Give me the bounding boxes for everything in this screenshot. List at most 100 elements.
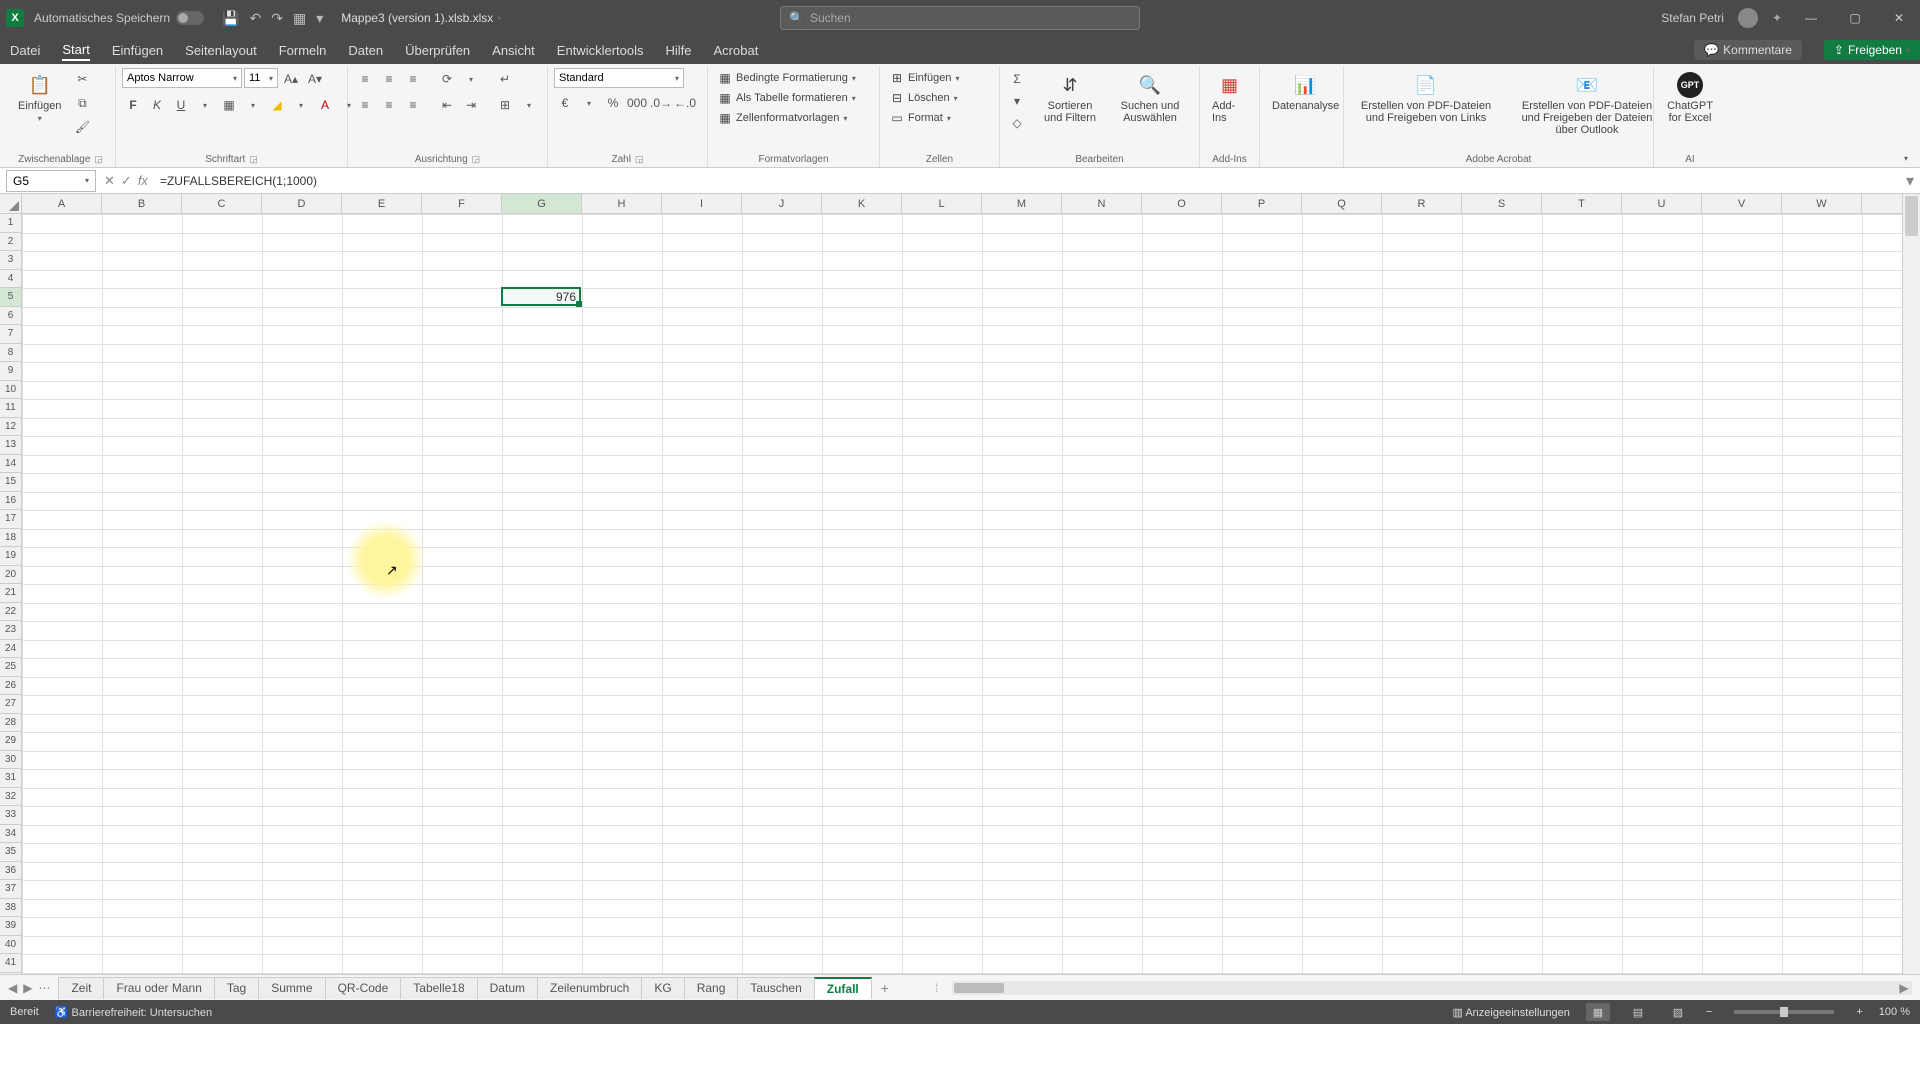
page-break-view-icon[interactable]: ▧ (1666, 1003, 1690, 1021)
sheet-tab[interactable]: Summe (258, 977, 325, 999)
hscroll-thumb[interactable] (954, 983, 1004, 993)
alignment-launcher[interactable]: ◲ (472, 154, 481, 165)
delete-cells-button[interactable]: ⊟Löschen▾ (886, 88, 962, 108)
column-header[interactable]: V (1702, 194, 1782, 213)
row-header[interactable]: 8 (0, 344, 21, 363)
row-header[interactable]: 4 (0, 270, 21, 289)
merge-icon[interactable]: ⊞ (494, 94, 516, 116)
row-header[interactable]: 12 (0, 418, 21, 437)
sheet-tab[interactable]: Zeit (58, 977, 104, 999)
comments-button[interactable]: 💬 Kommentare (1694, 40, 1802, 60)
sheet-nav-prev-icon[interactable]: ◀ (8, 981, 17, 995)
username[interactable]: Stefan Petri (1661, 11, 1724, 25)
fx-icon[interactable]: fx (138, 173, 148, 189)
currency-icon[interactable]: € (554, 92, 576, 114)
tab-seitenlayout[interactable]: Seitenlayout (185, 41, 257, 60)
row-header[interactable]: 2 (0, 233, 21, 252)
accessibility-status[interactable]: ♿ Barrierefreiheit: Untersuchen (55, 1006, 212, 1019)
row-header[interactable]: 5 (0, 288, 21, 307)
tab-ansicht[interactable]: Ansicht (492, 41, 535, 60)
clear-icon[interactable]: ◇ (1006, 112, 1028, 134)
coming-soon-icon[interactable]: ✦ (1772, 11, 1782, 25)
share-button[interactable]: ⇪ Freigeben ▾ (1824, 40, 1920, 60)
copy-icon[interactable]: ⧉ (71, 92, 93, 114)
horizontal-scrollbar[interactable]: ◀ ▶ (952, 981, 1912, 995)
sheet-nav-more-icon[interactable]: ⋯ (38, 981, 50, 995)
sheet-tab[interactable]: KG (641, 977, 684, 999)
row-header[interactable]: 27 (0, 695, 21, 714)
italic-button[interactable]: K (146, 94, 168, 116)
column-header[interactable]: F (422, 194, 502, 213)
row-header[interactable]: 21 (0, 584, 21, 603)
autosave-toggle[interactable] (176, 11, 204, 25)
row-header[interactable]: 19 (0, 547, 21, 566)
zoom-level[interactable]: 100 % (1879, 1006, 1910, 1018)
tab-acrobat[interactable]: Acrobat (714, 41, 759, 60)
addins-button[interactable]: ▦ Add-Ins (1206, 68, 1253, 128)
decrease-indent-icon[interactable]: ⇤ (436, 94, 458, 116)
chatgpt-button[interactable]: GPT ChatGPT for Excel (1660, 68, 1720, 128)
data-analysis-button[interactable]: 📊 Datenanalyse (1266, 68, 1345, 116)
sheet-tab[interactable]: Tag (214, 977, 259, 999)
bold-button[interactable]: F (122, 94, 144, 116)
name-box[interactable]: G5 ▾ (6, 170, 96, 192)
tab-einfügen[interactable]: Einfügen (112, 41, 163, 60)
row-header[interactable]: 41 (0, 954, 21, 973)
column-header[interactable]: P (1222, 194, 1302, 213)
tab-überprüfen[interactable]: Überprüfen (405, 41, 470, 60)
row-header[interactable]: 37 (0, 880, 21, 899)
zoom-out-button[interactable]: − (1706, 1006, 1712, 1018)
align-middle-icon[interactable]: ≡ (378, 68, 400, 90)
row-header[interactable]: 25 (0, 658, 21, 677)
row-header[interactable]: 28 (0, 714, 21, 733)
increase-decimal-icon[interactable]: .0→ (650, 92, 672, 114)
row-header[interactable]: 39 (0, 917, 21, 936)
number-launcher[interactable]: ◲ (635, 154, 644, 165)
spreadsheet-grid[interactable]: ABCDEFGHIJKLMNOPQRSTUVW 1234567891011121… (0, 194, 1920, 974)
vertical-scrollbar[interactable] (1902, 194, 1920, 974)
tab-entwicklertools[interactable]: Entwicklertools (557, 41, 644, 60)
row-header[interactable]: 17 (0, 510, 21, 529)
row-header[interactable]: 33 (0, 806, 21, 825)
format-painter-icon[interactable]: 🖌 (71, 116, 93, 138)
border-icon[interactable]: ▦ (218, 94, 240, 116)
camera-icon[interactable]: ▦ (293, 10, 306, 27)
sheet-tab[interactable]: Tauschen (737, 977, 814, 999)
sheet-tab[interactable]: Tabelle18 (400, 977, 477, 999)
sheet-tab[interactable]: Zeilenumbruch (537, 977, 642, 999)
maximize-button[interactable]: ▢ (1840, 11, 1870, 25)
paste-button[interactable]: 📋 Einfügen ▾ (12, 68, 67, 127)
select-all-corner[interactable] (0, 194, 22, 214)
column-header[interactable]: T (1542, 194, 1622, 213)
column-header[interactable]: W (1782, 194, 1862, 213)
increase-font-icon[interactable]: A▴ (280, 68, 302, 90)
add-sheet-button[interactable]: + (871, 980, 899, 996)
close-button[interactable]: ✕ (1884, 11, 1914, 25)
page-layout-view-icon[interactable]: ▤ (1626, 1003, 1650, 1021)
redo-icon[interactable]: ↷ (271, 10, 283, 27)
normal-view-icon[interactable]: ▦ (1586, 1003, 1610, 1021)
zoom-in-button[interactable]: + (1856, 1006, 1862, 1018)
font-launcher[interactable]: ◲ (249, 154, 258, 165)
align-center-icon[interactable]: ≡ (378, 94, 400, 116)
row-header[interactable]: 22 (0, 603, 21, 622)
fill-icon[interactable]: ▾ (1006, 90, 1028, 112)
sort-filter-button[interactable]: ⇵ Sortieren und Filtern (1032, 68, 1108, 128)
tab-start[interactable]: Start (62, 40, 89, 61)
row-header[interactable]: 36 (0, 862, 21, 881)
cell-styles-button[interactable]: ▦Zellenformatvorlagen▾ (714, 108, 851, 128)
row-headers[interactable]: 1234567891011121314151617181920212223242… (0, 214, 22, 974)
align-right-icon[interactable]: ≡ (402, 94, 424, 116)
row-header[interactable]: 34 (0, 825, 21, 844)
column-headers[interactable]: ABCDEFGHIJKLMNOPQRSTUVW (22, 194, 1902, 214)
row-header[interactable]: 10 (0, 381, 21, 400)
tab-hilfe[interactable]: Hilfe (666, 41, 692, 60)
column-header[interactable]: G (502, 194, 582, 213)
wrap-text-icon[interactable]: ↵ (494, 68, 516, 90)
fill-color-icon[interactable]: ◢ (266, 94, 288, 116)
tab-formeln[interactable]: Formeln (279, 41, 327, 60)
column-header[interactable]: J (742, 194, 822, 213)
underline-button[interactable]: U (170, 94, 192, 116)
clipboard-launcher[interactable]: ◲ (94, 154, 103, 165)
row-header[interactable]: 16 (0, 492, 21, 511)
